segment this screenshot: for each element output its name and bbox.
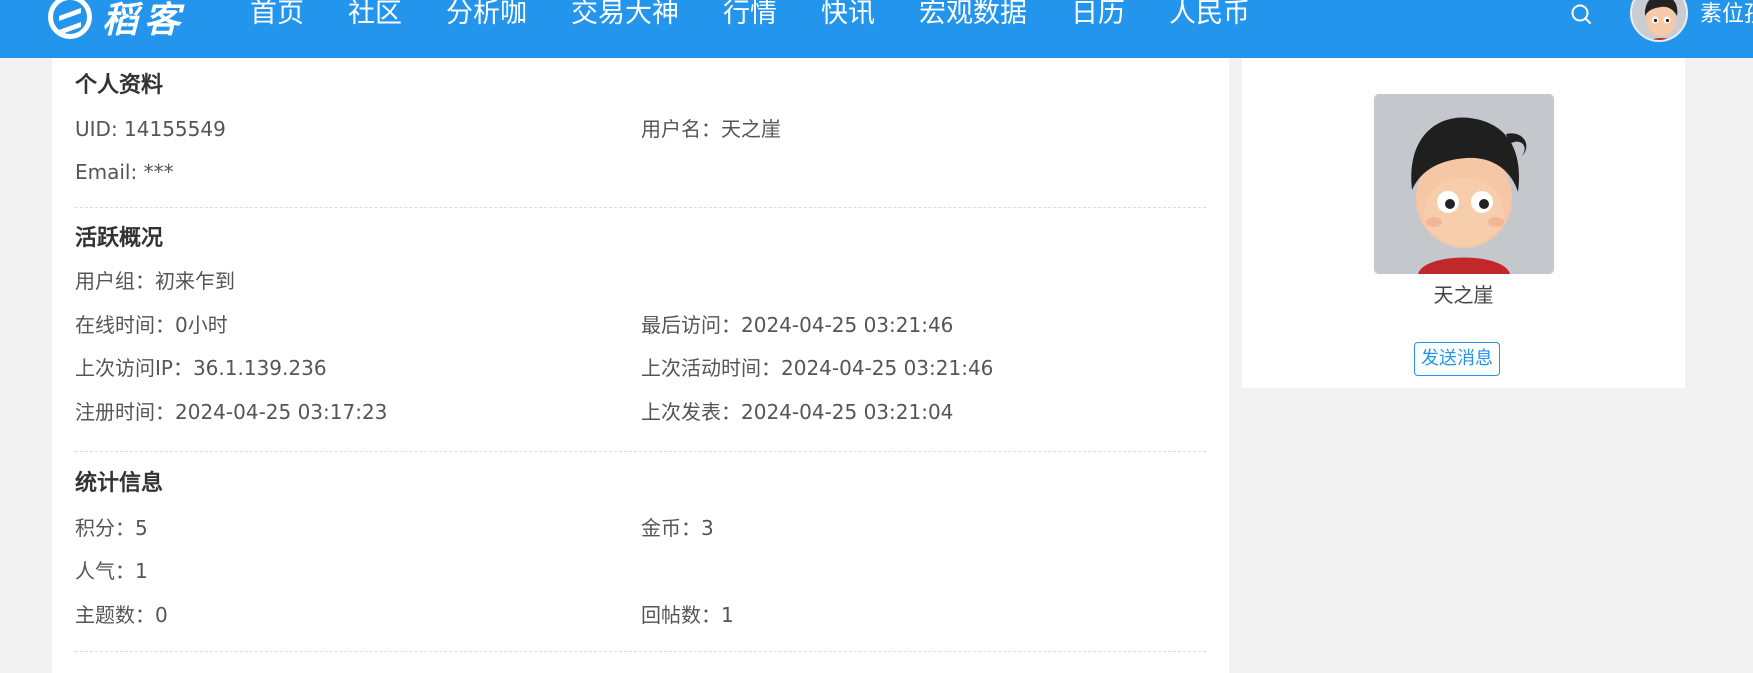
online-time-field: 在线时间：0小时 <box>75 313 228 337</box>
coins-field: 金币：3 <box>641 516 714 540</box>
nav-item-rmb[interactable]: 人民币 <box>1169 0 1250 28</box>
last-active-field: 上次活动时间：2024-04-25 03:21:46 <box>641 356 994 380</box>
points-field: 积分：5 <box>75 516 148 540</box>
stats-section: 统计信息 积分：5 金币：3 人气：1 主题数：0 回帖数：1 <box>75 452 1206 652</box>
profile-section-title: 个人资料 <box>75 73 164 98</box>
profile-section: 个人资料 UID: 14155549 用户名：天之崖 Email: *** <box>75 58 1206 208</box>
username-field: 用户名：天之崖 <box>641 117 781 141</box>
nav-item-macro-data[interactable]: 宏观数据 <box>919 0 1027 28</box>
stats-section-title: 统计信息 <box>75 471 164 496</box>
nav-user-name[interactable]: 素位孩 <box>1700 0 1753 30</box>
nav-item-home[interactable]: 首页 <box>250 0 304 28</box>
nav-item-analysts[interactable]: 分析咖 <box>446 0 527 28</box>
profile-panel: 个人资料 UID: 14155549 用户名：天之崖 Email: *** 活跃… <box>52 58 1229 673</box>
activity-section: 活跃概况 用户组：初来乍到 在线时间：0小时 最后访问：2024-04-25 0… <box>75 208 1206 452</box>
send-message-button[interactable]: 发送消息 <box>1414 342 1500 376</box>
nav-item-community[interactable]: 社区 <box>348 0 402 28</box>
last-post-field: 上次发表：2024-04-25 03:21:04 <box>641 400 954 424</box>
logo-text: 稻客 <box>102 0 187 41</box>
uid-field: UID: 14155549 <box>75 117 226 141</box>
activity-section-title: 活跃概况 <box>75 226 164 251</box>
user-avatar[interactable] <box>1630 0 1688 42</box>
nav-item-traders[interactable]: 交易大神 <box>571 0 679 28</box>
nav-item-news[interactable]: 快讯 <box>821 0 875 28</box>
main-nav: 首页 社区 分析咖 交易大神 行情 快讯 宏观数据 日历 人民币 <box>250 0 1294 28</box>
top-nav-bar: 稻客 首页 社区 分析咖 交易大神 行情 快讯 宏观数据 日历 人民币 素位孩 <box>0 0 1753 58</box>
user-avatar-large <box>1374 94 1554 274</box>
popularity-field: 人气：1 <box>75 559 148 583</box>
site-logo[interactable]: 稻客 <box>48 0 186 42</box>
last-visit-field: 最后访问：2024-04-25 03:21:46 <box>641 313 954 337</box>
card-username: 天之崖 <box>1433 283 1494 307</box>
last-ip-field: 上次访问IP：36.1.139.236 <box>75 356 327 380</box>
replies-field: 回帖数：1 <box>641 603 734 627</box>
avatar-face-icon <box>1374 94 1554 274</box>
search-icon[interactable] <box>1570 3 1592 25</box>
topics-field: 主题数：0 <box>75 603 168 627</box>
email-field: Email: *** <box>75 160 174 184</box>
register-time-field: 注册时间：2024-04-25 03:17:23 <box>75 400 388 424</box>
logo-icon <box>48 0 92 39</box>
user-group-field: 用户组：初来乍到 <box>75 269 235 293</box>
user-card: 天之崖 发送消息 <box>1242 58 1685 388</box>
nav-item-quotes[interactable]: 行情 <box>723 0 777 28</box>
nav-item-calendar[interactable]: 日历 <box>1071 0 1125 28</box>
avatar-face-icon <box>1632 0 1686 40</box>
